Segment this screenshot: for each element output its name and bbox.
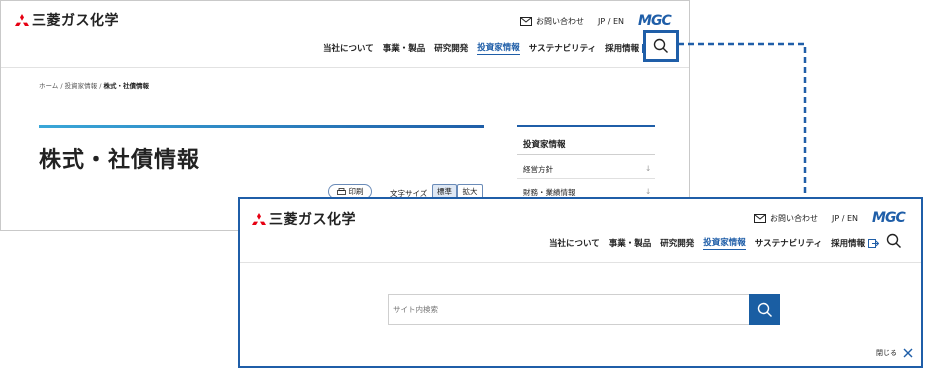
mitsubishi-mark-icon: [252, 213, 266, 225]
nav-item-research[interactable]: 研究開発: [660, 237, 694, 249]
mail-icon: [754, 213, 766, 223]
close-label: 閉じる: [876, 349, 897, 357]
language-switch[interactable]: JP / EN: [832, 214, 858, 223]
nav-item-recruit[interactable]: 採用情報: [831, 237, 865, 249]
nav-item-business[interactable]: 事業・製品: [609, 237, 652, 249]
contact-link[interactable]: お問い合わせ: [770, 213, 818, 224]
search-open-screenshot: 三菱ガス化学 お問い合わせ JP / EN MGC 当社について 事業・製品 研…: [238, 197, 923, 368]
search-toggle-button[interactable]: [886, 233, 902, 249]
header-divider: [240, 262, 921, 263]
brand-logo[interactable]: 三菱ガス化学: [252, 209, 356, 229]
close-search-button[interactable]: 閉じる: [876, 348, 913, 358]
utility-links: お問い合わせ JP / EN MGC: [754, 210, 906, 226]
search-submit-button[interactable]: [749, 294, 780, 325]
nav-item-about[interactable]: 当社について: [549, 237, 600, 249]
external-link-icon: [868, 238, 880, 248]
search-icon: [886, 233, 901, 248]
nav-item-sustainability[interactable]: サステナビリティ: [755, 237, 822, 249]
nav-item-investors[interactable]: 投資家情報: [703, 236, 746, 250]
brand-name: 三菱ガス化学: [269, 212, 356, 228]
close-icon: [903, 348, 913, 358]
site-search-input[interactable]: [388, 294, 751, 325]
mgc-logo[interactable]: MGC: [872, 210, 906, 226]
main-nav: 当社について 事業・製品 研究開発 投資家情報 サステナビリティ 採用情報: [549, 236, 880, 250]
search-icon: [757, 302, 772, 317]
